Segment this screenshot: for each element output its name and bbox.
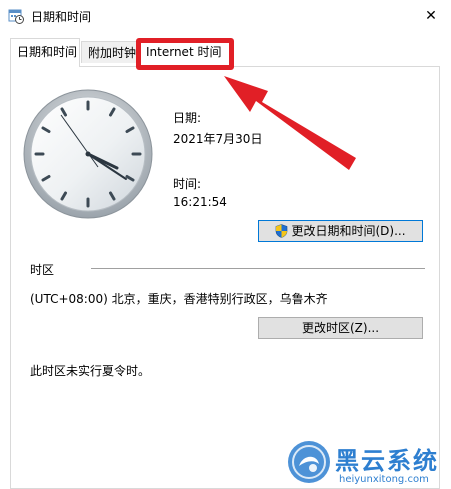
time-label: 时间: [173, 177, 202, 191]
close-icon: ✕ [425, 8, 437, 24]
tab-date-and-time[interactable]: 日期和时间 [10, 38, 80, 67]
timezone-divider [91, 268, 425, 269]
date-label: 日期: [173, 111, 202, 125]
highlight-box [136, 38, 234, 70]
analog-clock [22, 88, 154, 220]
uac-shield-icon [275, 224, 288, 244]
watermark-text: 黑云系统 [335, 447, 439, 475]
close-button[interactable]: ✕ [411, 0, 451, 32]
watermark-url: heiyunxitong.com [339, 474, 429, 485]
timezone-value: (UTC+08:00) 北京，重庆，香港特别行政区，乌鲁木齐 [30, 292, 328, 306]
title-bar: 日期和时间 ✕ [0, 0, 451, 32]
watermark-logo-icon [287, 440, 331, 484]
date-value: 2021年7月30日 [173, 132, 263, 146]
dst-note: 此时区未实行夏令时。 [30, 364, 151, 378]
change-date-time-button[interactable]: 更改日期和时间(D)... [258, 220, 423, 242]
window-title: 日期和时间 [31, 10, 92, 24]
calendar-clock-icon [8, 8, 24, 24]
change-timezone-button[interactable]: 更改时区(Z)... [258, 317, 423, 339]
timezone-section-label: 时区 [30, 263, 55, 277]
change-date-time-label: 更改日期和时间(D)... [291, 224, 406, 238]
time-value: 16:21:54 [173, 195, 227, 209]
tab-additional-clocks[interactable]: 附加时钟 [81, 41, 139, 63]
